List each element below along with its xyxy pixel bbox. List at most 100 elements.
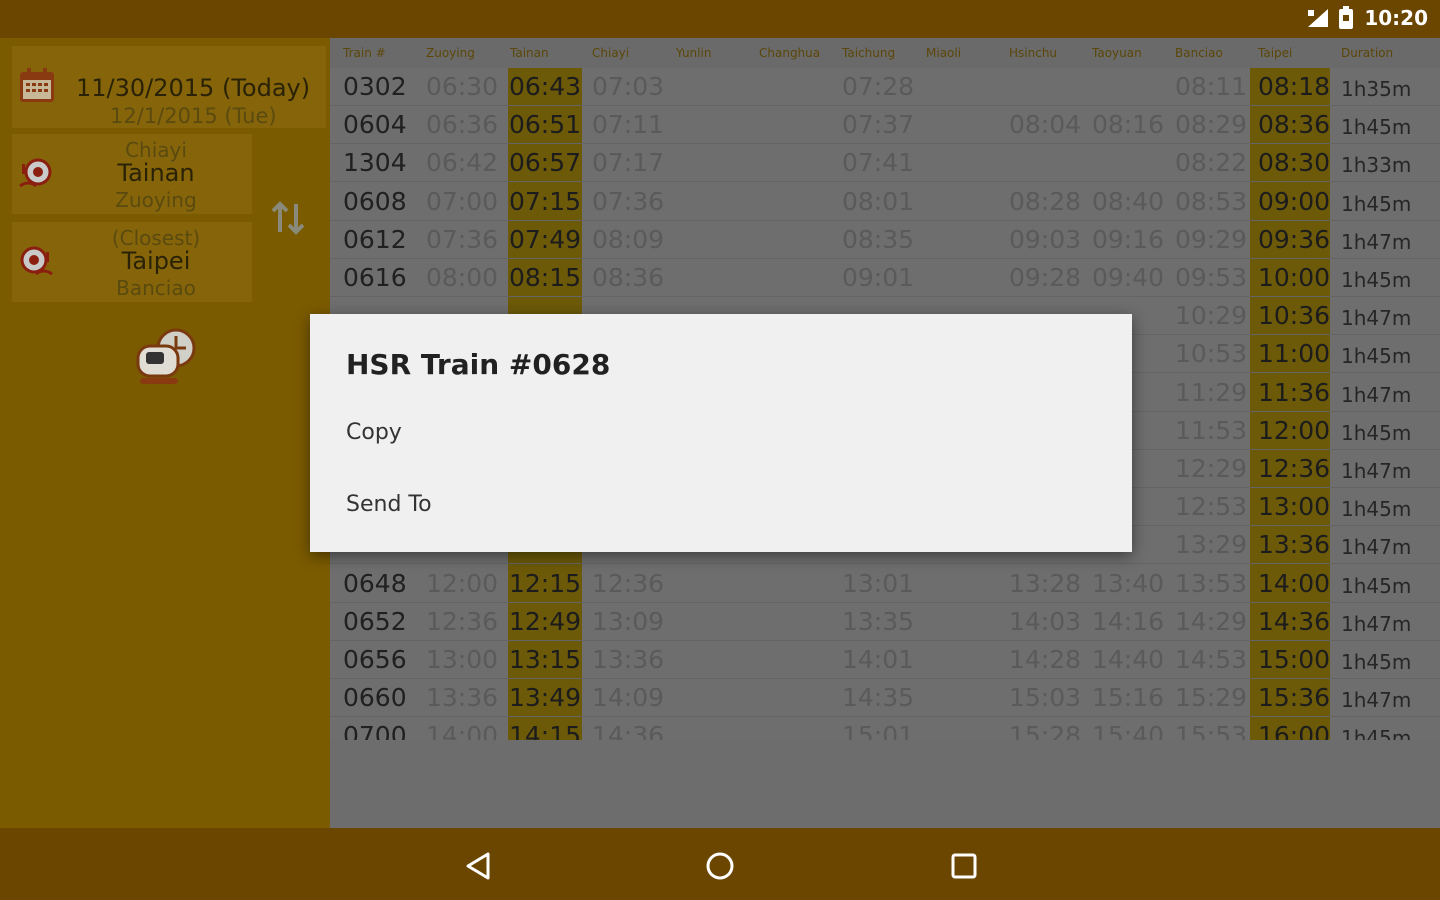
cell-taichung: 07:41 [842, 148, 915, 178]
cell-tainan: 14:15 [509, 721, 582, 740]
cell-duration: 1h47m [1341, 382, 1412, 407]
cell-duration: 1h47m [1341, 306, 1412, 331]
table-row[interactable]: 1304 06:42 06:57 07:17 07:41 08:22 08:30 1h33m [330, 144, 1440, 183]
cell-tainan: 06:51 [509, 110, 582, 140]
cell-taipei: 08:18 [1258, 72, 1331, 101]
table-row[interactable]: 0648 12:00 12:15 12:36 13:01 13:28 13:40 13:53 1… [330, 565, 1440, 603]
cell-taoyuan: 08:16 [1092, 110, 1165, 140]
cell-banciao: 15:29 [1175, 683, 1248, 713]
cell-banciao: 09:29 [1175, 224, 1248, 254]
cell-duration: 1h45m [1341, 115, 1412, 140]
cell-tainan: 12:15 [509, 568, 582, 598]
header-miaoli: Miaoli [926, 46, 962, 60]
header-taipei: Taipei [1258, 46, 1293, 60]
cell-taipei: 13:36 [1258, 530, 1331, 560]
back-icon[interactable] [458, 846, 498, 886]
header-zuoying: Zuoying [426, 46, 475, 60]
cell-taipei: 09:36 [1258, 224, 1331, 254]
cell-tainan: 08:15 [509, 263, 582, 292]
cell-duration: 1h45m [1341, 420, 1412, 445]
cell-chiayi: 14:09 [592, 683, 665, 713]
cell-zuoying: 13:36 [426, 683, 499, 713]
departure-station-selector[interactable]: Chiayi Tainan Zuoying [12, 134, 252, 214]
cell-train: 0700 [343, 721, 407, 740]
cell-taoyuan: 09:40 [1092, 263, 1165, 292]
cell-taichung: 07:37 [842, 110, 915, 140]
cell-chiayi: 07:03 [592, 72, 665, 101]
table-row[interactable]: 0302 06:30 06:43 07:03 07:28 08:11 08:18 1h35m [330, 68, 1440, 106]
arrival-station-selector[interactable]: (Closest) Taipei Banciao [12, 222, 252, 302]
cell-banciao: 11:53 [1175, 415, 1248, 445]
swap-stations-icon[interactable] [270, 198, 306, 238]
status-clock: 10:20 [1364, 6, 1428, 30]
cell-taichung: 09:01 [842, 263, 915, 292]
cell-hsinchu: 08:04 [1009, 110, 1082, 140]
cell-taipei: 12:00 [1258, 415, 1331, 445]
cell-taipei: 08:30 [1258, 148, 1331, 178]
copy-menu-item[interactable]: Copy [346, 420, 402, 445]
cell-chiayi: 07:11 [592, 110, 665, 140]
cell-taipei: 09:00 [1258, 186, 1331, 216]
header-tainan: Tainan [510, 46, 549, 60]
table-row[interactable]: 0604 06:36 06:51 07:11 07:37 08:04 08:16 08:29 0… [330, 106, 1440, 145]
home-icon[interactable] [700, 846, 740, 886]
cell-banciao: 08:22 [1175, 148, 1248, 178]
train-context-dialog: HSR Train #0628 Copy Send To [310, 314, 1132, 552]
table-row[interactable]: 0616 08:00 08:15 08:36 09:01 09:28 09:40 09:53 1… [330, 259, 1440, 297]
cell-taipei: 16:00 [1258, 721, 1331, 740]
cell-train: 1304 [343, 148, 407, 178]
cell-zuoying: 06:30 [426, 72, 499, 101]
cell-zuoying: 13:00 [426, 645, 499, 674]
cell-train: 0302 [343, 72, 407, 101]
cell-duration: 1h35m [1341, 77, 1412, 101]
arrival-next-station: Banciao [116, 276, 196, 300]
cell-duration: 1h47m [1341, 459, 1412, 483]
table-row[interactable]: 0608 07:00 07:15 07:36 08:01 08:28 08:40 08:53 0… [330, 183, 1440, 221]
table-row[interactable]: 0612 07:36 07:49 08:09 08:35 09:03 09:16 09:29 0… [330, 221, 1440, 259]
cell-banciao: 08:29 [1175, 110, 1248, 140]
cell-train: 0648 [343, 568, 407, 598]
train-schedule-icon[interactable] [134, 326, 198, 388]
calendar-icon [18, 66, 56, 104]
battery-icon [1338, 6, 1354, 30]
cell-taichung: 14:35 [842, 683, 915, 713]
cell-hsinchu: 15:28 [1009, 721, 1082, 740]
cell-train: 0604 [343, 110, 407, 140]
table-row[interactable]: 0660 13:36 13:49 14:09 14:35 15:03 15:16 15:29 1… [330, 679, 1440, 718]
cell-taichung: 08:35 [842, 224, 915, 254]
cell-taipei: 15:36 [1258, 683, 1331, 713]
cell-taoyuan: 14:40 [1092, 645, 1165, 674]
send-to-menu-item[interactable]: Send To [346, 492, 432, 517]
cell-duration: 1h47m [1341, 229, 1412, 254]
cell-taichung: 13:01 [842, 568, 915, 598]
cell-taoyuan: 08:40 [1092, 186, 1165, 216]
table-row[interactable]: 0700 14:00 14:15 14:36 15:01 15:28 15:40 15:53 1… [330, 717, 1440, 740]
cell-duration: 1h45m [1341, 497, 1412, 522]
cell-banciao: 14:53 [1175, 645, 1248, 674]
cell-banciao: 10:29 [1175, 301, 1248, 331]
cell-tainan: 12:49 [509, 606, 582, 636]
cell-duration: 1h45m [1341, 344, 1412, 369]
cell-tainan: 13:15 [509, 645, 582, 674]
cell-chiayi: 08:09 [592, 224, 665, 254]
table-row[interactable]: 0652 12:36 12:49 13:09 13:35 14:03 14:16 14:29 1… [330, 603, 1440, 641]
cell-chiayi: 12:36 [592, 568, 665, 598]
cell-tainan: 06:43 [509, 72, 582, 101]
cell-banciao: 09:53 [1175, 263, 1248, 292]
cell-duration: 1h45m [1341, 268, 1412, 292]
cell-taichung: 07:28 [842, 72, 915, 101]
header-hsinchu: Hsinchu [1009, 46, 1058, 60]
recent-apps-icon[interactable] [944, 846, 984, 886]
cell-taipei: 13:00 [1258, 492, 1331, 522]
cell-zuoying: 12:00 [426, 568, 499, 598]
departure-station-name: Tainan [117, 159, 195, 187]
date-selector[interactable]: 11/30/2015 (Today) 12/1/2015 (Tue) [12, 46, 326, 128]
cell-chiayi: 07:36 [592, 186, 665, 216]
cell-taipei: 11:36 [1258, 377, 1331, 407]
table-row[interactable]: 0656 13:00 13:15 13:36 14:01 14:28 14:40 14:53 1… [330, 641, 1440, 679]
header-yunlin: Yunlin [676, 46, 712, 60]
cell-taipei: 14:00 [1258, 568, 1331, 598]
dialog-title: HSR Train #0628 [346, 348, 611, 381]
cell-banciao: 10:53 [1175, 339, 1248, 369]
cell-chiayi: 13:09 [592, 606, 665, 636]
